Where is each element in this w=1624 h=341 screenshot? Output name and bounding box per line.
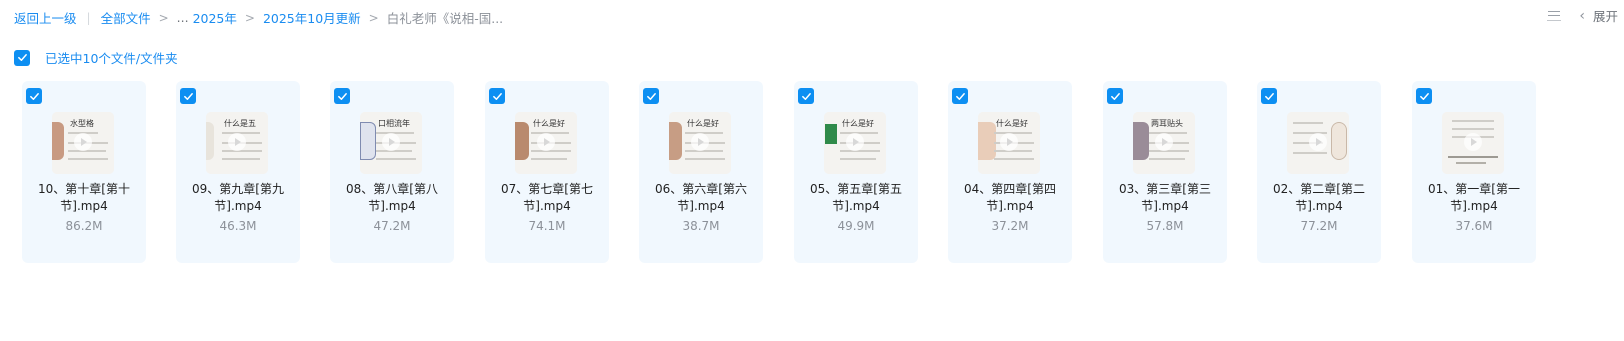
checkmark-icon (183, 92, 193, 100)
file-card[interactable]: 02、第二章[第二 节].mp4 77.2M (1257, 81, 1381, 263)
play-icon (691, 133, 709, 151)
file-checkbox[interactable] (1107, 88, 1123, 104)
top-bar: 返回上一级 | 全部文件 > ... 2025年 > 2025年10月更新 > … (0, 0, 1624, 32)
file-size: 49.9M (837, 219, 875, 233)
file-card[interactable]: 口相流年 08、第八章[第八 节].mp4 47.2M (330, 81, 454, 263)
file-name: 06、第六章[第六 节].mp4 (655, 182, 747, 213)
file-checkbox[interactable] (180, 88, 196, 104)
file-card[interactable]: 什么是好 04、第四章[第四 节].mp4 37.2M (948, 81, 1072, 263)
file-checkbox[interactable] (1416, 88, 1432, 104)
selection-count-label: 已选中10个文件/文件夹 (45, 51, 178, 66)
breadcrumb-month[interactable]: 2025年10月更新 (263, 8, 361, 27)
file-name: 09、第九章[第九 节].mp4 (192, 182, 284, 213)
play-icon (228, 133, 246, 151)
file-checkbox[interactable] (26, 88, 42, 104)
breadcrumb-ellipsis[interactable]: ... (177, 10, 189, 25)
file-name: 08、第八章[第八 节].mp4 (346, 182, 438, 213)
file-card[interactable]: 01、第一章[第一 节].mp4 37.6M (1412, 81, 1536, 263)
view-tools: ‹ 展开 (1547, 6, 1624, 25)
file-name: 02、第二章[第二 节].mp4 (1273, 182, 1365, 213)
checkmark-icon (29, 92, 39, 100)
checkmark-icon (801, 92, 811, 100)
file-size: 47.2M (373, 219, 411, 233)
expand-button[interactable]: ‹ 展开 (1579, 6, 1624, 25)
file-card[interactable]: 两耳贴头 03、第三章[第三 节].mp4 57.8M (1103, 81, 1227, 263)
play-icon (382, 133, 400, 151)
back-link[interactable]: 返回上一级 (14, 8, 77, 27)
breadcrumb-divider: | (86, 10, 91, 25)
file-checkbox[interactable] (334, 88, 350, 104)
file-name: 10、第十章[第十 节].mp4 (38, 182, 130, 213)
file-card[interactable]: 什么是好 06、第六章[第六 节].mp4 38.7M (639, 81, 763, 263)
video-thumbnail (1287, 112, 1349, 174)
checkmark-icon (337, 92, 347, 100)
file-checkbox[interactable] (1261, 88, 1277, 104)
video-thumbnail: 什么是好 (515, 112, 577, 174)
file-name: 04、第四章[第四 节].mp4 (964, 182, 1056, 213)
video-thumbnail (1442, 112, 1504, 174)
file-size: 57.8M (1146, 219, 1184, 233)
file-checkbox[interactable] (798, 88, 814, 104)
play-icon (74, 133, 92, 151)
video-thumbnail: 水型格 (52, 112, 114, 174)
file-checkbox[interactable] (952, 88, 968, 104)
file-checkbox[interactable] (643, 88, 659, 104)
checkmark-icon (1110, 92, 1120, 100)
checkmark-icon (1419, 92, 1429, 100)
select-all-row: 已选中10个文件/文件夹 (14, 48, 178, 67)
video-thumbnail: 什么是好 (669, 112, 731, 174)
play-icon (1309, 133, 1327, 151)
play-icon (1155, 133, 1173, 151)
play-icon (846, 133, 864, 151)
file-size: 38.7M (682, 219, 720, 233)
breadcrumb-year[interactable]: 2025年 (193, 8, 237, 27)
play-icon (1000, 133, 1018, 151)
checkmark-icon (492, 92, 502, 100)
chevron-right-icon: > (368, 10, 379, 25)
chevron-right-icon: > (244, 10, 255, 25)
file-card[interactable]: 什么是好 05、第五章[第五 节].mp4 49.9M (794, 81, 918, 263)
file-size: 86.2M (65, 219, 103, 233)
video-thumbnail: 两耳贴头 (1133, 112, 1195, 174)
video-thumbnail: 什么是好 (978, 112, 1040, 174)
file-name: 07、第七章[第七 节].mp4 (501, 182, 593, 213)
file-size: 46.3M (219, 219, 257, 233)
play-icon (537, 133, 555, 151)
file-name: 03、第三章[第三 节].mp4 (1119, 182, 1211, 213)
file-card[interactable]: 什么是五 09、第九章[第九 节].mp4 46.3M (176, 81, 300, 263)
video-thumbnail: 什么是五 (206, 112, 268, 174)
chevron-left-icon: ‹ (1579, 7, 1585, 24)
play-icon (1464, 133, 1482, 151)
select-all-checkbox[interactable] (14, 49, 30, 66)
breadcrumb: 返回上一级 | 全部文件 > ... 2025年 > 2025年10月更新 > … (14, 8, 503, 27)
video-thumbnail: 口相流年 (360, 112, 422, 174)
file-checkbox[interactable] (489, 88, 505, 104)
file-name: 05、第五章[第五 节].mp4 (810, 182, 902, 213)
breadcrumb-all-files[interactable]: 全部文件 (101, 8, 151, 27)
file-grid: 水型格 10、第十章[第十 节].mp4 86.2M 什么是五 09、第九章[第九… (22, 81, 1622, 263)
file-card[interactable]: 水型格 10、第十章[第十 节].mp4 86.2M (22, 81, 146, 263)
file-size: 37.2M (991, 219, 1029, 233)
expand-label: 展开 (1592, 9, 1618, 24)
checkmark-icon (17, 54, 27, 61)
checkmark-icon (1264, 92, 1274, 100)
file-name: 01、第一章[第一 节].mp4 (1428, 182, 1520, 213)
checkmark-icon (646, 92, 656, 100)
breadcrumb-current: 白礼老师《说相-国... (386, 11, 504, 26)
file-card[interactable]: 什么是好 07、第七章[第七 节].mp4 74.1M (485, 81, 609, 263)
file-size: 77.2M (1300, 219, 1338, 233)
chevron-right-icon: > (158, 10, 169, 25)
checkmark-icon (955, 92, 965, 100)
file-size: 74.1M (528, 219, 566, 233)
list-view-icon[interactable] (1547, 9, 1562, 23)
video-thumbnail: 什么是好 (824, 112, 886, 174)
file-size: 37.6M (1455, 219, 1493, 233)
